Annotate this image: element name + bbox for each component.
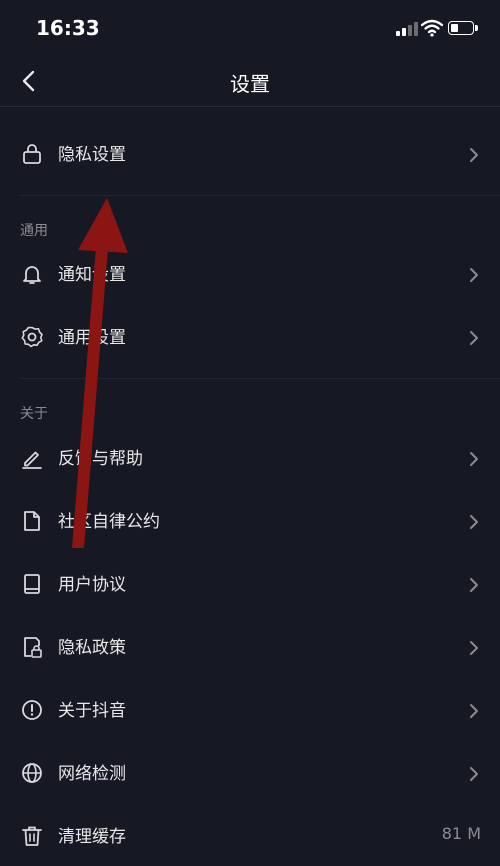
network-check-label: 网络检测 [58, 764, 126, 784]
book-icon [24, 574, 40, 594]
divider [20, 378, 500, 379]
about-douyin-label: 关于抖音 [58, 701, 126, 721]
gear-icon [21, 326, 43, 348]
privacy-settings-item[interactable]: 隐私设置 [0, 124, 500, 184]
chevron-right-icon [470, 641, 478, 655]
battery-icon [448, 21, 478, 37]
bell-icon [23, 266, 41, 284]
globe-icon [22, 763, 42, 783]
notification-settings-item[interactable]: 通知设置 [0, 244, 500, 304]
user-agreement-label: 用户协议 [58, 575, 126, 595]
privacy-policy-label: 隐私政策 [58, 638, 126, 658]
notification-settings-label: 通知设置 [58, 265, 126, 285]
section-label-about: 关于 [20, 406, 48, 422]
privacy-settings-label: 隐私设置 [58, 145, 126, 165]
edit-icon [22, 451, 42, 469]
community-guidelines-label: 社区自律公约 [58, 512, 160, 532]
user-agreement-item[interactable]: 用户协议 [0, 554, 500, 614]
chevron-right-icon [470, 148, 478, 162]
cellular-signal-icon [396, 22, 418, 36]
general-settings-item[interactable]: 通用设置 [0, 307, 500, 367]
chevron-right-icon [470, 452, 478, 466]
section-label-general: 通用 [20, 223, 48, 239]
general-settings-label: 通用设置 [58, 328, 126, 348]
feedback-help-label: 反馈与帮助 [58, 449, 143, 469]
clear-cache-item[interactable]: 清理缓存 81 M [0, 806, 500, 866]
community-guidelines-item[interactable]: 社区自律公约 [0, 491, 500, 551]
divider [20, 195, 500, 196]
wifi-icon [421, 19, 443, 37]
status-time: 16:33 [36, 16, 100, 40]
chevron-right-icon [470, 704, 478, 718]
info-icon [22, 700, 42, 720]
chevron-right-icon [470, 767, 478, 781]
lock-document-icon [24, 637, 42, 658]
network-check-item[interactable]: 网络检测 [0, 743, 500, 803]
chevron-right-icon [470, 331, 478, 345]
about-douyin-item[interactable]: 关于抖音 [0, 680, 500, 740]
trash-icon [22, 826, 42, 846]
status-bar: 16:33 [0, 0, 500, 60]
document-icon [24, 511, 40, 531]
chevron-right-icon [470, 578, 478, 592]
nav-bar: 设置 [0, 60, 500, 107]
feedback-help-item[interactable]: 反馈与帮助 [0, 428, 500, 488]
clear-cache-label: 清理缓存 [58, 827, 126, 847]
privacy-policy-item[interactable]: 隐私政策 [0, 617, 500, 677]
chevron-right-icon [470, 268, 478, 282]
lock-icon [23, 144, 41, 164]
cache-size-value: 81 M [441, 824, 481, 843]
chevron-right-icon [470, 515, 478, 529]
page-title: 设置 [230, 72, 270, 96]
